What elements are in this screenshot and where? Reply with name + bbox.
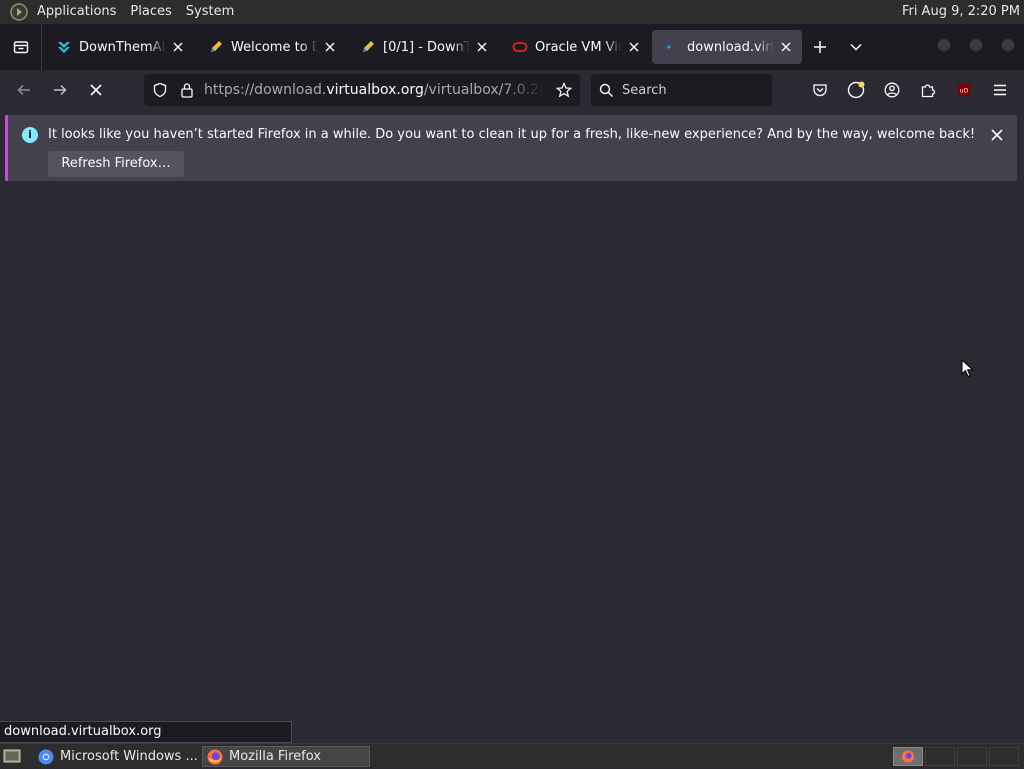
close-tab-icon[interactable] bbox=[626, 39, 642, 55]
workspace-3[interactable] bbox=[957, 747, 987, 766]
tab-strip: DownThemAll! Welcome to DownThemAll! [0/… bbox=[0, 24, 1024, 70]
chrome-icon bbox=[38, 749, 54, 764]
taskbar-item-chrome[interactable]: Microsoft Windows ... bbox=[34, 746, 200, 767]
ublock-origin-button[interactable]: uO bbox=[946, 74, 982, 106]
tab-label: DownThemAll! bbox=[79, 39, 166, 55]
menu-places[interactable]: Places bbox=[123, 0, 178, 24]
status-panel: download.virtualbox.org bbox=[0, 721, 292, 743]
taskbar-item-label: Microsoft Windows ... bbox=[60, 749, 198, 764]
workspace-4[interactable] bbox=[989, 747, 1019, 766]
search-icon bbox=[599, 83, 614, 97]
page-content[interactable] bbox=[0, 188, 1024, 743]
workspace-1[interactable] bbox=[893, 747, 923, 766]
bottom-taskbar: Microsoft Windows ... Mozilla Firefox bbox=[0, 743, 1024, 768]
stop-x-icon bbox=[90, 84, 102, 96]
mouse-pointer-icon bbox=[961, 359, 974, 378]
puzzle-icon bbox=[921, 84, 936, 98]
ublock-origin-icon: uO bbox=[957, 83, 971, 97]
menu-system[interactable]: System bbox=[179, 0, 241, 24]
url-text[interactable]: https://download.virtualbox.org/virtualb… bbox=[204, 82, 544, 98]
tab-welcome-downthemall[interactable]: Welcome to DownThemAll! bbox=[196, 30, 346, 64]
show-desktop-icon[interactable] bbox=[2, 746, 22, 766]
tab-downthemall-progress[interactable]: [0/1] - DownThemAll! bbox=[348, 30, 498, 64]
star-bookmark-icon[interactable] bbox=[556, 82, 572, 98]
app-menu-button[interactable] bbox=[982, 74, 1018, 106]
svg-text:uO: uO bbox=[960, 88, 969, 95]
url-prefix: https://download. bbox=[204, 82, 327, 98]
search-input[interactable] bbox=[620, 81, 754, 99]
tab-label: [0/1] - DownThemAll! bbox=[383, 39, 470, 55]
refresh-firefox-notification: i It looks like you haven’t started Fire… bbox=[5, 115, 1017, 181]
menu-applications[interactable]: Applications bbox=[30, 0, 123, 24]
pocket-button[interactable] bbox=[802, 74, 838, 106]
pocket-icon bbox=[813, 84, 827, 97]
arrow-right-icon bbox=[54, 84, 67, 96]
top-panel: Applications Places System Fri Aug 9, 2:… bbox=[0, 0, 1024, 24]
list-all-tabs-button[interactable] bbox=[838, 30, 874, 64]
close-tab-icon[interactable] bbox=[170, 39, 186, 55]
arrow-left-icon bbox=[17, 84, 30, 96]
close-tab-icon[interactable] bbox=[322, 39, 338, 55]
tab-oracle-virtualbox[interactable]: Oracle VM VirtualBox bbox=[500, 30, 650, 64]
close-tab-icon[interactable] bbox=[778, 39, 794, 55]
account-icon bbox=[884, 82, 900, 98]
workspace-2[interactable] bbox=[925, 747, 955, 766]
chevron-down-icon bbox=[850, 43, 862, 51]
url-path: /virtualbox/7.0.20/VirtualBox bbox=[423, 82, 544, 98]
new-tab-button[interactable] bbox=[802, 30, 838, 64]
forward-button[interactable] bbox=[42, 74, 78, 106]
refresh-firefox-button[interactable]: Refresh Firefox… bbox=[48, 151, 184, 177]
maximize-window-button[interactable] bbox=[969, 38, 983, 52]
url-host: virtualbox.org bbox=[326, 82, 424, 98]
pencil-favicon-icon bbox=[360, 39, 376, 55]
sync-button[interactable] bbox=[838, 74, 874, 106]
info-icon: i bbox=[22, 127, 38, 143]
search-bar[interactable] bbox=[591, 74, 772, 106]
close-tab-icon[interactable] bbox=[474, 39, 490, 55]
oracle-icon bbox=[512, 39, 528, 55]
back-button[interactable] bbox=[6, 74, 42, 106]
tab-label: Welcome to DownThemAll! bbox=[231, 39, 318, 55]
nav-toolbar: https://download.virtualbox.org/virtualb… bbox=[0, 70, 1024, 110]
hamburger-menu-icon bbox=[994, 84, 1006, 96]
account-button[interactable] bbox=[874, 74, 910, 106]
close-window-button[interactable] bbox=[1001, 38, 1015, 52]
url-bar[interactable]: https://download.virtualbox.org/virtualb… bbox=[144, 74, 580, 106]
sync-update-icon bbox=[847, 81, 865, 99]
toolbar-icons: uO bbox=[802, 74, 1018, 106]
tab-label: download.virtualbox.org bbox=[687, 39, 774, 55]
firefox-icon bbox=[207, 749, 223, 764]
stop-button[interactable] bbox=[78, 74, 114, 106]
tab-download-virtualbox[interactable]: download.virtualbox.org bbox=[652, 30, 802, 64]
close-notification-button[interactable] bbox=[987, 125, 1007, 145]
clock[interactable]: Fri Aug 9, 2:20 PM bbox=[902, 0, 1020, 24]
notification-message: It looks like you haven’t started Firefo… bbox=[48, 127, 976, 142]
loading-icon bbox=[664, 39, 680, 55]
firefox-view-icon bbox=[13, 41, 28, 54]
minimize-window-button[interactable] bbox=[937, 38, 951, 52]
notification-area: i It looks like you haven’t started Fire… bbox=[0, 110, 1024, 188]
firefox-icon bbox=[902, 750, 914, 763]
taskbar-item-firefox[interactable]: Mozilla Firefox bbox=[202, 746, 370, 767]
firefox-view-button[interactable] bbox=[0, 24, 42, 70]
tab-label: Oracle VM VirtualBox bbox=[535, 39, 622, 55]
tab-downthemall[interactable]: DownThemAll! bbox=[44, 30, 194, 64]
close-icon bbox=[991, 129, 1003, 141]
lock-icon[interactable] bbox=[180, 82, 194, 98]
pencil-favicon-icon bbox=[208, 39, 224, 55]
taskbar-item-label: Mozilla Firefox bbox=[229, 749, 321, 764]
tracking-shield-icon[interactable] bbox=[152, 82, 168, 98]
gnome-foot-icon[interactable] bbox=[10, 3, 28, 21]
downthemall-icon bbox=[56, 39, 72, 55]
panel-menu: Applications Places System bbox=[0, 0, 241, 24]
plus-icon bbox=[814, 41, 826, 53]
extensions-button[interactable] bbox=[910, 74, 946, 106]
